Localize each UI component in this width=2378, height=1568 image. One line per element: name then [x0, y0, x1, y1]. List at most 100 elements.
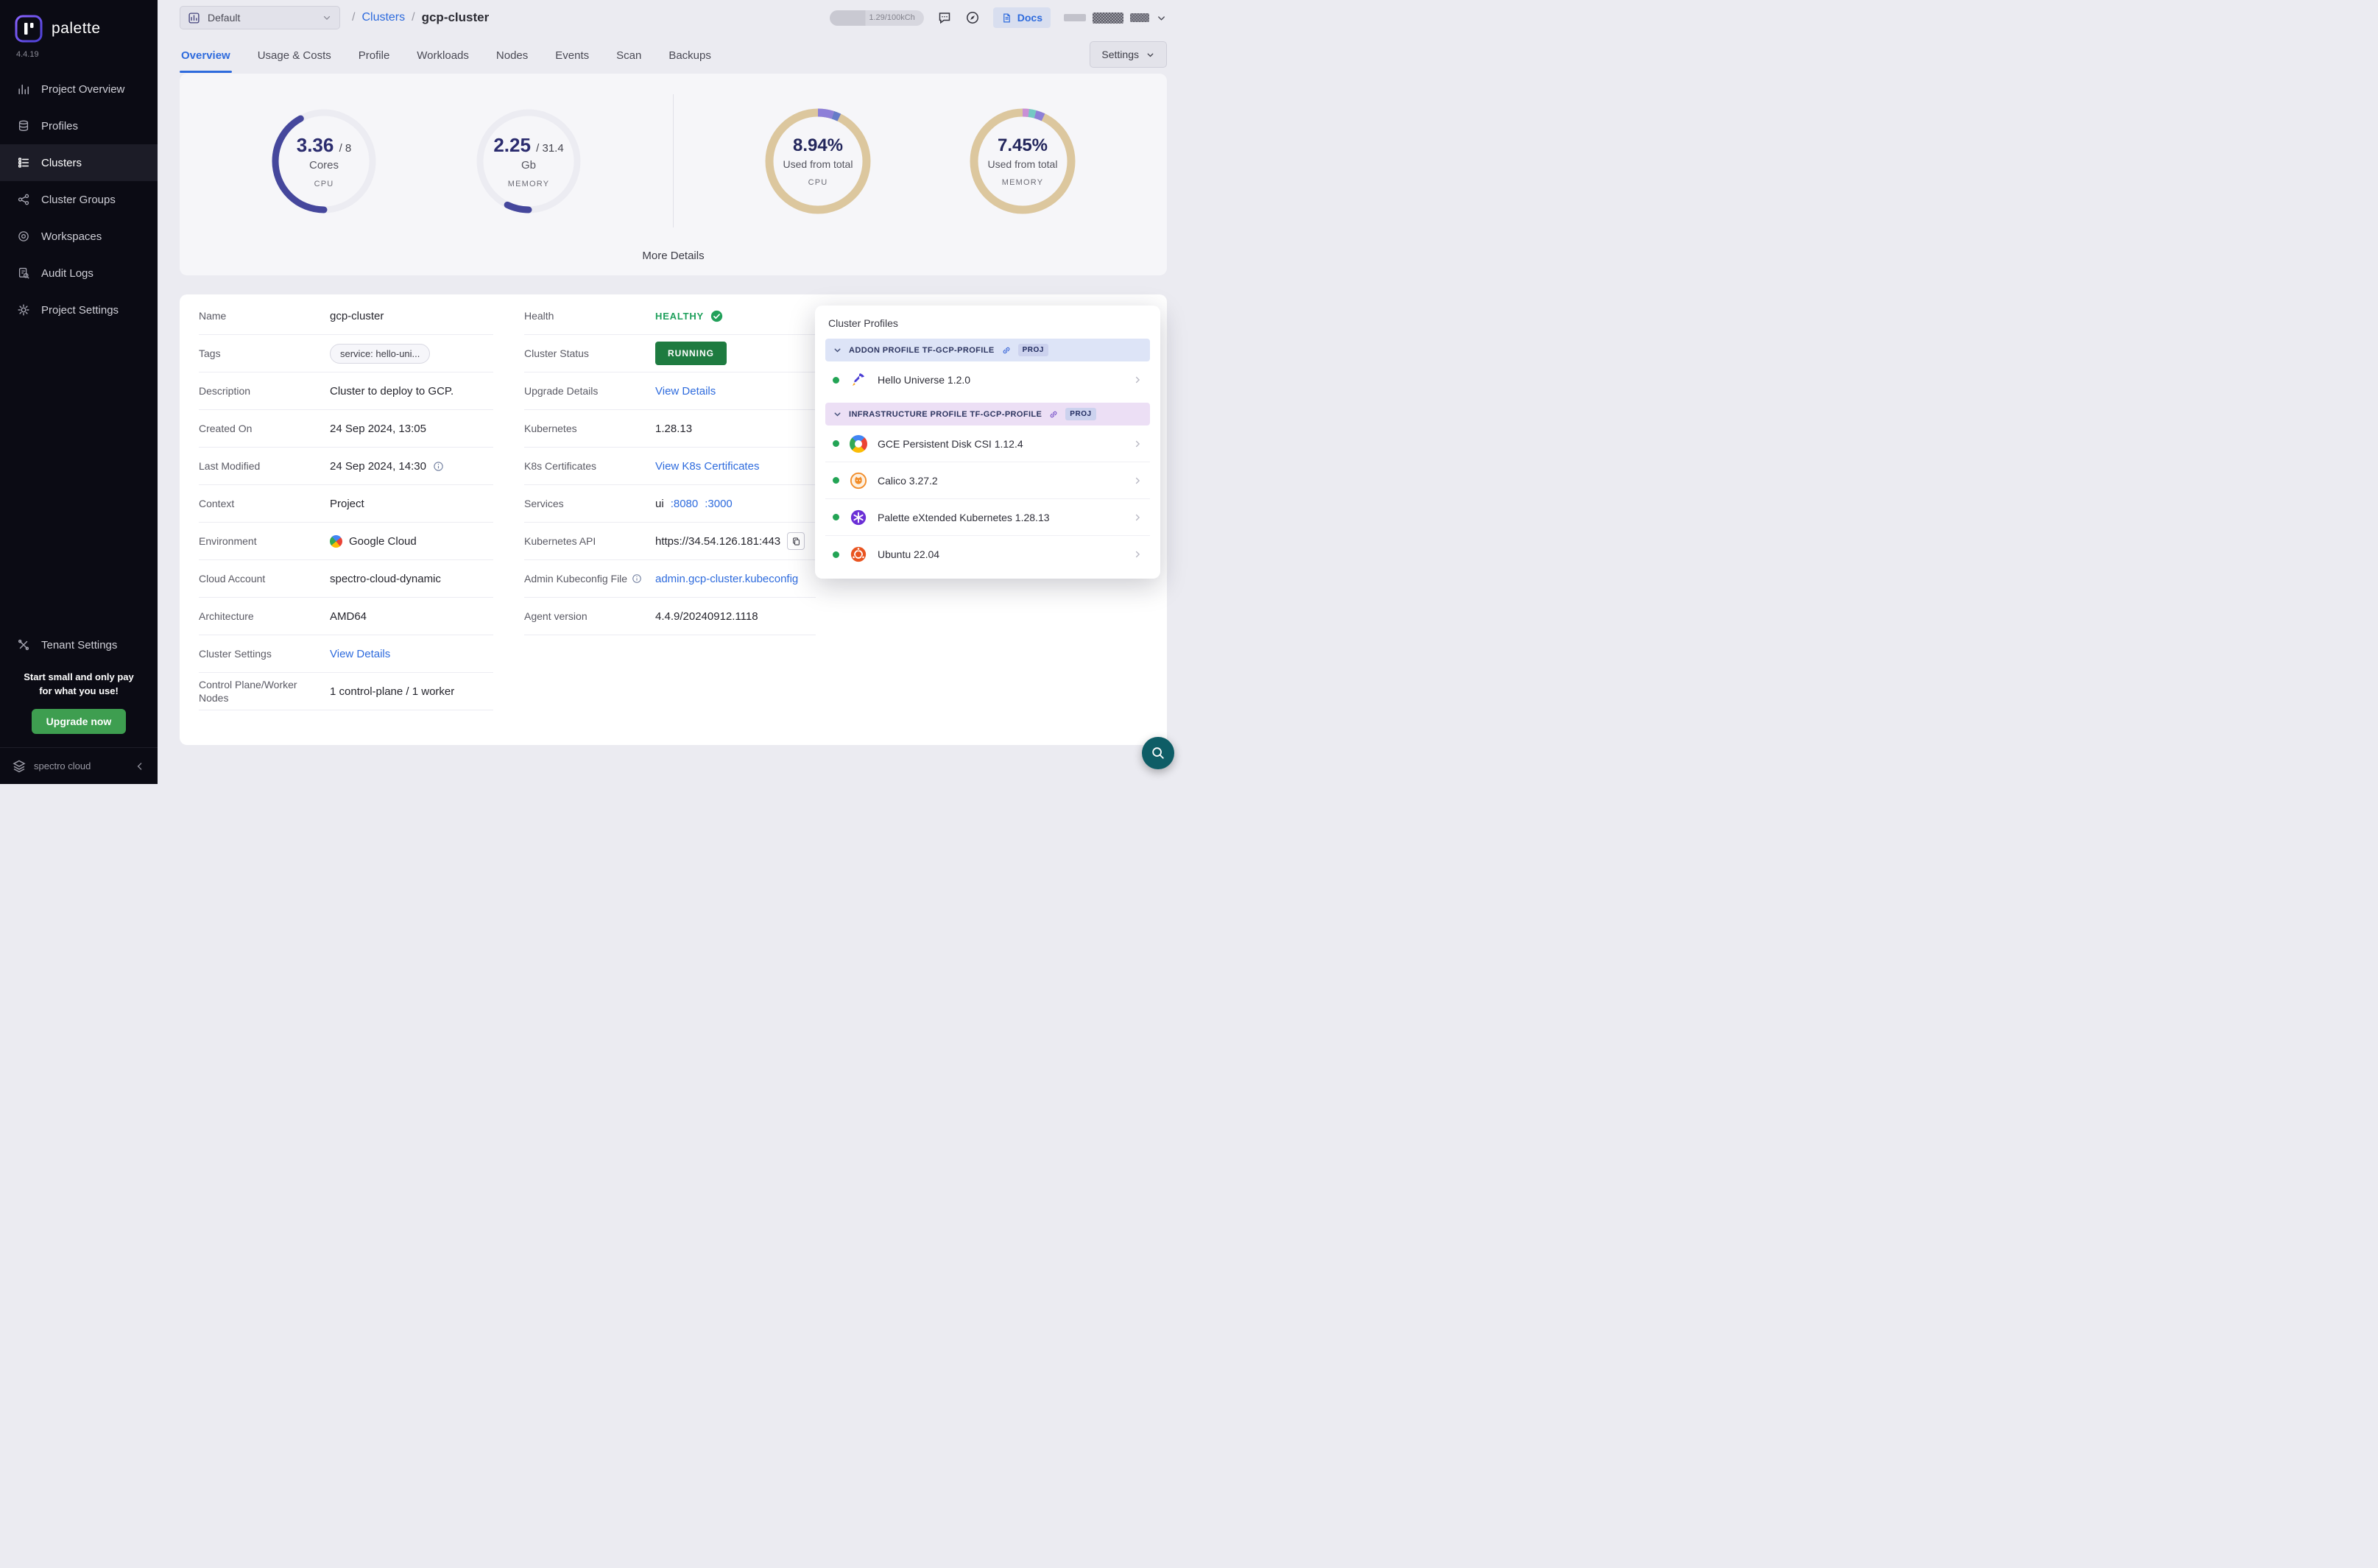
memory-percent-value: 7.45%	[998, 135, 1048, 156]
collapse-sidebar-icon[interactable]	[134, 760, 146, 772]
settings-button[interactable]: Settings	[1090, 41, 1167, 68]
search-fab-button[interactable]	[1142, 737, 1174, 769]
tab-workloads[interactable]: Workloads	[415, 37, 470, 73]
redacted-block	[1093, 13, 1123, 24]
status-dot	[833, 551, 839, 558]
chat-icon[interactable]	[937, 10, 952, 25]
cpu-cores-gauge: 3.36 / 8 Cores CPU	[264, 101, 384, 222]
status-badge: RUNNING	[655, 342, 727, 365]
addon-profile-header[interactable]: ADDON PROFILE TF-GCP-PROFILE PROJ	[825, 339, 1150, 361]
agent-version-value: 4.4.9/20240912.1118	[655, 610, 758, 623]
docs-button[interactable]: Docs	[993, 7, 1051, 28]
copy-icon[interactable]	[787, 532, 805, 550]
utilization-card: 3.36 / 8 Cores CPU 2.25 / 31.4	[180, 74, 1167, 275]
gear-icon	[16, 303, 31, 317]
detail-row-kubernetes-api: Kubernetes API https://34.54.126.181:443	[524, 523, 816, 560]
clusters-icon	[16, 155, 31, 170]
link-icon[interactable]	[1048, 409, 1059, 420]
nodes-value: 1 control-plane / 1 worker	[330, 685, 454, 698]
link-icon[interactable]	[1001, 345, 1012, 356]
sidebar-item-profiles[interactable]: Profiles	[0, 107, 158, 144]
check-circle-icon	[710, 310, 723, 322]
upgrade-view-details-link[interactable]: View Details	[655, 385, 716, 398]
profile-item-calico[interactable]: Calico 3.27.2	[825, 462, 1150, 499]
tab-nodes[interactable]: Nodes	[495, 37, 529, 73]
chevron-down-icon	[1146, 50, 1155, 60]
search-icon	[1151, 746, 1165, 760]
project-selector[interactable]: Default	[180, 6, 340, 29]
tab-events[interactable]: Events	[554, 37, 590, 73]
profile-item-hello-universe[interactable]: Hello Universe 1.2.0	[825, 361, 1150, 398]
chevron-down-icon	[322, 13, 332, 23]
info-icon[interactable]	[632, 573, 642, 584]
infrastructure-profile-header[interactable]: INFRASTRUCTURE PROFILE TF-GCP-PROFILE PR…	[825, 403, 1150, 425]
layers-icon	[16, 119, 31, 133]
tab-backups[interactable]: Backups	[667, 37, 713, 73]
user-account-area[interactable]	[1064, 13, 1167, 24]
brand-name: palette	[52, 20, 101, 38]
sidebar-item-workspaces[interactable]: Workspaces	[0, 218, 158, 255]
memory-gauge: 2.25 / 31.4 Gb MEMORY	[468, 101, 589, 222]
sidebar-item-cluster-groups[interactable]: Cluster Groups	[0, 181, 158, 218]
profile-item-gce-disk-csi[interactable]: GCE Persistent Disk CSI 1.12.4	[825, 425, 1150, 462]
detail-row-agent-version: Agent version 4.4.9/20240912.1118	[524, 598, 816, 635]
detail-row-context: Context Project	[199, 485, 493, 523]
memory-gauge-label: MEMORY	[508, 180, 550, 188]
tag-pill[interactable]: service: hello-uni...	[330, 344, 430, 364]
tab-profile[interactable]: Profile	[357, 37, 392, 73]
sidebar-item-audit-logs[interactable]: Audit Logs	[0, 255, 158, 292]
service-name: ui	[655, 498, 664, 510]
tab-usage-costs[interactable]: Usage & Costs	[256, 37, 333, 73]
sidebar-item-label: Tenant Settings	[41, 639, 117, 651]
status-dot	[833, 440, 839, 447]
breadcrumb: / Clusters / gcp-cluster	[352, 10, 489, 25]
chevron-down-icon	[833, 409, 842, 419]
details-right-column: Health HEALTHY Cluster Status RUNNING Up…	[524, 297, 816, 635]
profile-item-ubuntu[interactable]: Ubuntu 22.04	[825, 536, 1150, 573]
infrastructure-profile-name: INFRASTRUCTURE PROFILE TF-GCP-PROFILE	[849, 410, 1042, 419]
sidebar-item-project-overview[interactable]: Project Overview	[0, 71, 158, 107]
profile-item-name: Hello Universe 1.2.0	[878, 374, 970, 386]
breadcrumb-separator: /	[352, 11, 355, 24]
settings-label: Settings	[1101, 49, 1139, 60]
sidebar-item-tenant-settings[interactable]: Tenant Settings	[0, 626, 158, 663]
status-dot	[833, 514, 839, 520]
description-value: Cluster to deploy to GCP.	[330, 385, 454, 398]
sidebar-item-label: Profiles	[41, 120, 78, 133]
help-compass-icon[interactable]	[965, 10, 980, 25]
service-port-3000-link[interactable]: :3000	[705, 498, 733, 510]
tab-scan[interactable]: Scan	[615, 37, 643, 73]
profile-item-palette-extended-kubernetes[interactable]: Palette eXtended Kubernetes 1.28.13	[825, 499, 1150, 536]
kubeconfig-download-link[interactable]: admin.gcp-cluster.kubeconfig	[655, 573, 798, 585]
cloud-account-value: spectro-cloud-dynamic	[330, 573, 441, 585]
gce-persistent-disk-icon	[849, 434, 868, 453]
sidebar-item-clusters[interactable]: Clusters	[0, 144, 158, 181]
service-port-8080-link[interactable]: :8080	[671, 498, 699, 510]
cluster-settings-view-details-link[interactable]: View Details	[330, 648, 390, 660]
chevron-right-icon	[1132, 476, 1143, 486]
memory-unit: Gb	[521, 159, 536, 172]
details-left-column: Name gcp-cluster Tags service: hello-uni…	[199, 297, 493, 710]
architecture-value: AMD64	[330, 610, 367, 623]
app-window: palette 4.4.19 Project Overview Profiles…	[0, 0, 1189, 784]
tools-icon	[16, 638, 31, 652]
google-cloud-icon	[330, 535, 342, 548]
upgrade-now-button[interactable]: Upgrade now	[32, 709, 127, 734]
chevron-right-icon	[1132, 439, 1143, 449]
health-status-value: HEALTHY	[655, 311, 704, 322]
more-details-button[interactable]: More Details	[180, 244, 1167, 275]
detail-row-upgrade-details: Upgrade Details View Details	[524, 372, 816, 410]
main-content: Default / Clusters / gcp-cluster 1.29/10…	[158, 0, 1189, 784]
sidebar-item-label: Audit Logs	[41, 267, 94, 280]
project-selector-value: Default	[208, 12, 240, 24]
info-icon[interactable]	[433, 461, 444, 472]
detail-row-cloud-account: Cloud Account spectro-cloud-dynamic	[199, 560, 493, 598]
cluster-name-value: gcp-cluster	[330, 310, 384, 322]
tab-overview[interactable]: Overview	[180, 37, 232, 73]
breadcrumb-clusters-link[interactable]: Clusters	[361, 11, 405, 24]
view-k8s-certificates-link[interactable]: View K8s Certificates	[655, 460, 759, 473]
sidebar-item-project-settings[interactable]: Project Settings	[0, 292, 158, 328]
detail-row-cluster-status: Cluster Status RUNNING	[524, 335, 816, 372]
target-icon	[16, 229, 31, 244]
detail-row-created-on: Created On 24 Sep 2024, 13:05	[199, 410, 493, 448]
